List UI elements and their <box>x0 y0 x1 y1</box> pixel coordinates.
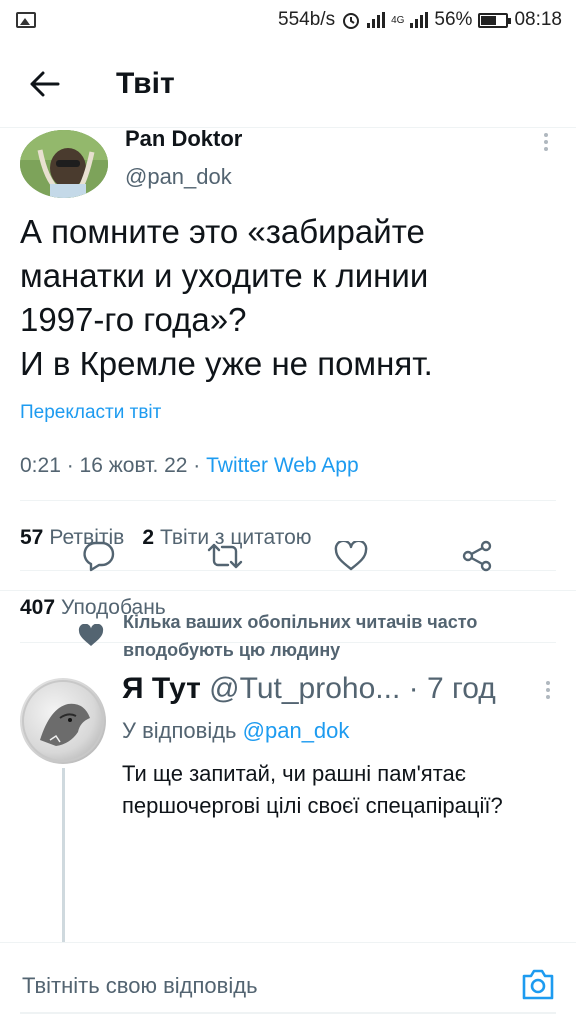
compose-bar: Твітніть свою відповідь <box>0 942 576 1024</box>
status-bar: 554b/s 4G 56% 08:18 <box>0 0 576 40</box>
more-vertical-icon[interactable] <box>544 130 550 154</box>
reply-button[interactable] <box>79 536 119 576</box>
heart-icon <box>78 624 104 646</box>
retweet-icon <box>207 543 243 569</box>
reply-header: Я Тут @Tut_proho... · 7 год <box>122 672 496 706</box>
reply-text: Ти ще запитай, чи рашні пам'ятає першоче… <box>122 761 503 818</box>
social-context-text: Кілька ваших обопільних читачів часто вп… <box>123 612 478 660</box>
clock: 08:18 <box>514 9 562 30</box>
author-handle[interactable]: @pan_dok <box>125 164 232 190</box>
signal-icon <box>367 12 386 28</box>
like-button[interactable] <box>331 536 371 576</box>
reply-avatar-image <box>22 680 104 762</box>
network-type: 4G <box>391 14 405 26</box>
author-name[interactable]: Pan Doktor <box>125 126 242 152</box>
share-button[interactable] <box>457 536 497 576</box>
reply-time: · 7 год <box>408 672 496 705</box>
camera-icon[interactable] <box>520 967 556 1001</box>
tweet-text: А помните это «забирайте манатки и уходи… <box>20 213 433 382</box>
reply-avatar[interactable] <box>20 678 106 764</box>
divider <box>20 500 556 501</box>
battery-icon <box>478 12 512 28</box>
network-speed: 554b/s <box>278 9 336 30</box>
signal-icon-2 <box>410 12 429 28</box>
avatar[interactable] <box>20 130 108 198</box>
compose-underline <box>20 1012 556 1014</box>
back-arrow-icon <box>30 71 60 96</box>
back-button[interactable] <box>0 40 90 128</box>
section-divider <box>0 590 576 591</box>
like-icon <box>334 541 368 571</box>
reply-author-handle[interactable]: @Tut_proho... <box>209 672 400 705</box>
alarm-icon <box>343 13 360 29</box>
image-icon <box>16 12 36 28</box>
reply-to-handle[interactable]: @pan_dok <box>243 718 350 743</box>
more-vertical-icon[interactable] <box>546 678 550 702</box>
replying-to: У відповідь @pan_dok <box>122 718 349 744</box>
thread-line <box>62 768 65 942</box>
reply-to-prefix: У відповідь <box>122 718 237 743</box>
status-right: 554b/s 4G 56% 08:18 <box>278 9 562 31</box>
reply-tweet[interactable]: Я Тут @Tut_proho... · 7 год У відповідь … <box>0 666 576 942</box>
reply-author-name[interactable]: Я Тут <box>122 672 201 705</box>
share-icon <box>462 540 492 572</box>
avatar-image <box>20 130 108 198</box>
likes-count: 407 <box>20 596 56 619</box>
retweet-button[interactable] <box>205 536 245 576</box>
app-header: Твіт <box>0 40 576 128</box>
tweet-timestamp: 0:21 · 16 жовт. 22 · <box>20 454 207 477</box>
compose-input[interactable]: Твітніть свою відповідь <box>22 973 258 999</box>
page-title: Твіт <box>116 66 175 100</box>
tweet-actions <box>0 528 576 584</box>
translate-tweet-link[interactable]: Перекласти твіт <box>20 402 161 424</box>
battery-percent: 56% <box>434 9 473 30</box>
reply-icon <box>83 541 115 572</box>
tweet-meta: 0:21 · 16 жовт. 22 · Twitter Web App <box>20 454 359 478</box>
tweet-source-app[interactable]: Twitter Web App <box>206 454 359 477</box>
